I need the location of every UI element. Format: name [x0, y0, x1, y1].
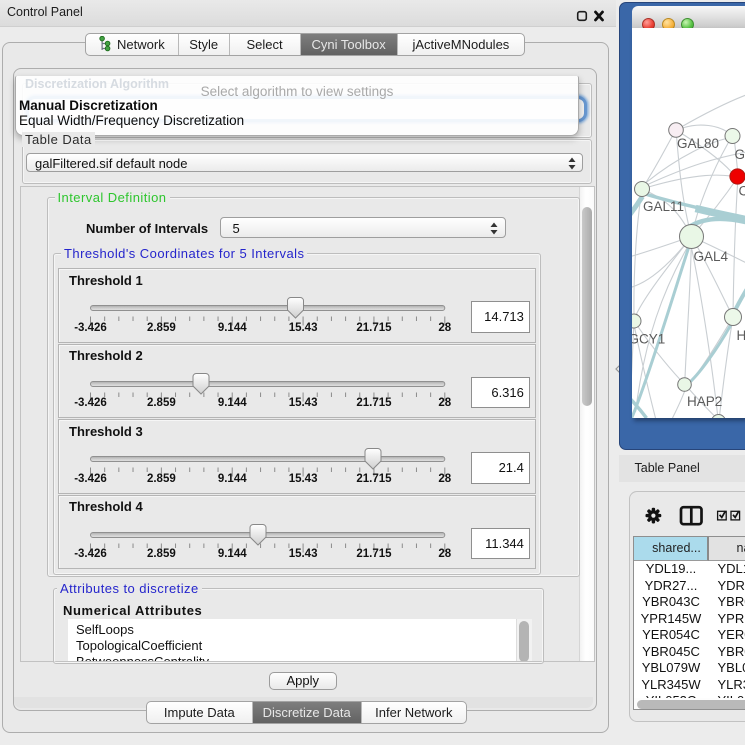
svg-text:GA: GA — [734, 147, 745, 162]
svg-text:GAL4: GAL4 — [693, 249, 728, 264]
svg-text:HAP2: HAP2 — [687, 394, 722, 409]
svg-text:GAL80: GAL80 — [677, 136, 719, 151]
svg-text:C: C — [738, 184, 745, 199]
svg-text:H: H — [736, 328, 745, 343]
svg-text:GAL11: GAL11 — [643, 199, 684, 214]
svg-text:GCY1: GCY1 — [632, 332, 665, 347]
